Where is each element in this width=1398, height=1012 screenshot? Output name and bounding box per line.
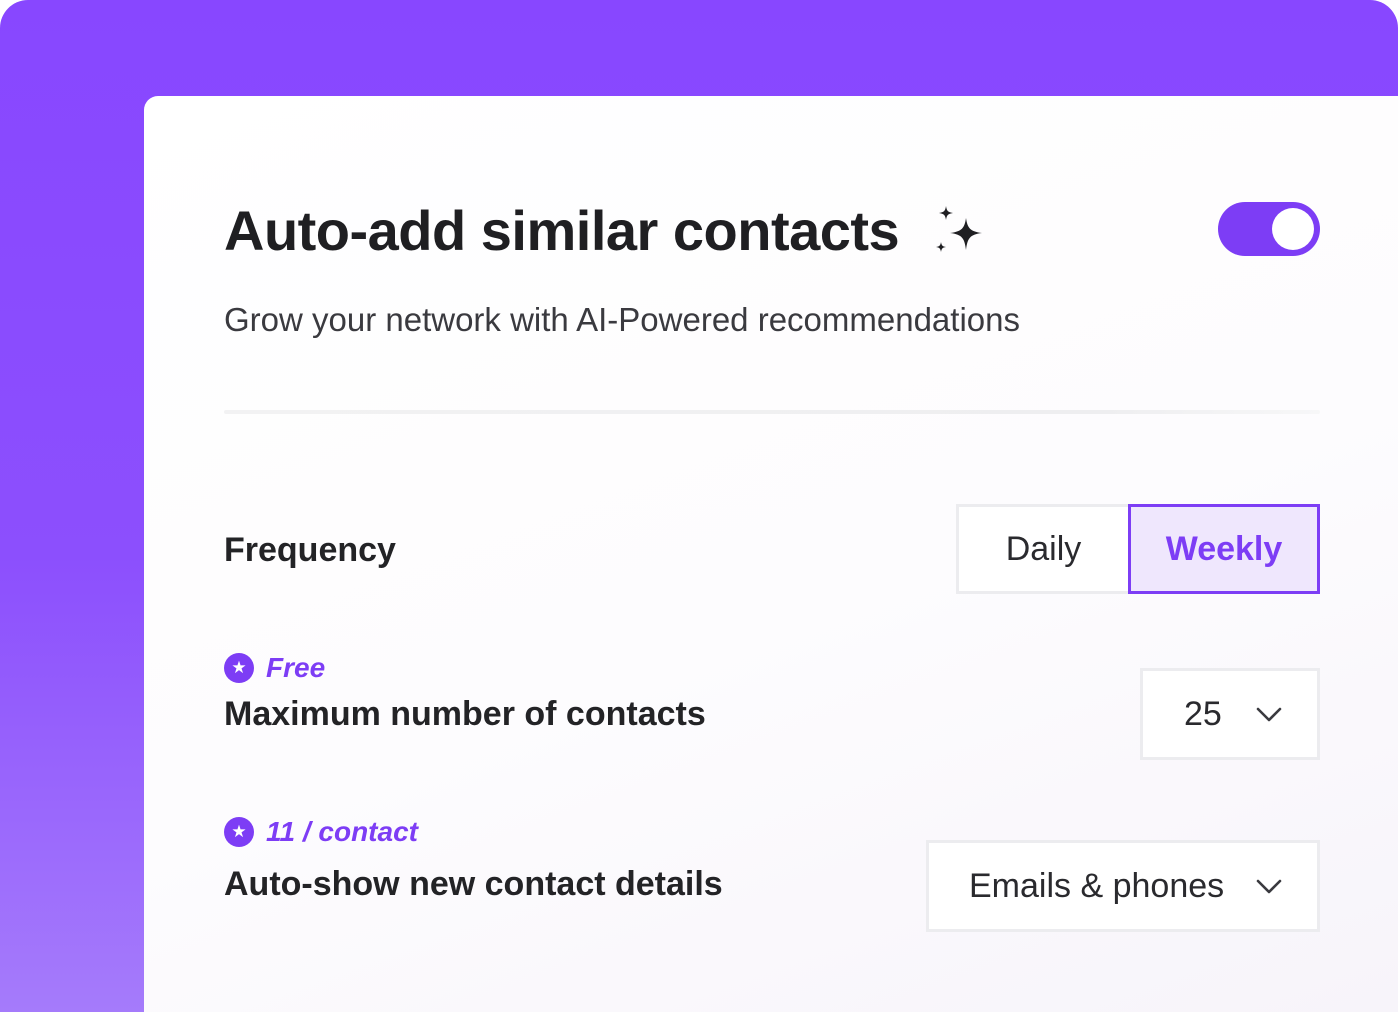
price-badge-text: 11 / contact [266,816,418,847]
app-background: Auto-add similar contacts Grow your netw… [0,0,1398,1012]
max-contacts-value: 25 [1184,694,1222,733]
star-icon: ★ [224,817,254,847]
frequency-segmented-control: Daily Weekly [956,504,1320,594]
toggle-knob [1272,208,1314,250]
settings-card: Auto-add similar contacts Grow your netw… [144,96,1398,1012]
page-subtitle: Grow your network with AI-Powered recomm… [224,301,1020,338]
max-contacts-label: Maximum number of contacts [224,695,706,733]
contact-details-dropdown[interactable]: Emails & phones [926,840,1320,932]
frequency-option-daily[interactable]: Daily [956,504,1128,594]
price-badge: ★ 11 / contact [224,816,418,848]
frequency-option-weekly[interactable]: Weekly [1128,504,1320,594]
frequency-label: Frequency [224,531,396,569]
chevron-down-icon [1256,707,1282,722]
page-title: Auto-add similar contacts [224,199,900,262]
divider [224,410,1320,414]
max-contacts-dropdown[interactable]: 25 [1140,668,1320,760]
free-badge: ★ Free [224,652,325,684]
contact-details-label: Auto-show new contact details [224,865,723,903]
contact-details-value: Emails & phones [969,866,1225,905]
chevron-down-icon [1256,879,1282,894]
star-icon: ★ [224,653,254,683]
auto-add-toggle[interactable] [1218,202,1320,256]
sparkles-icon [936,206,982,252]
free-badge-text: Free [266,652,326,683]
